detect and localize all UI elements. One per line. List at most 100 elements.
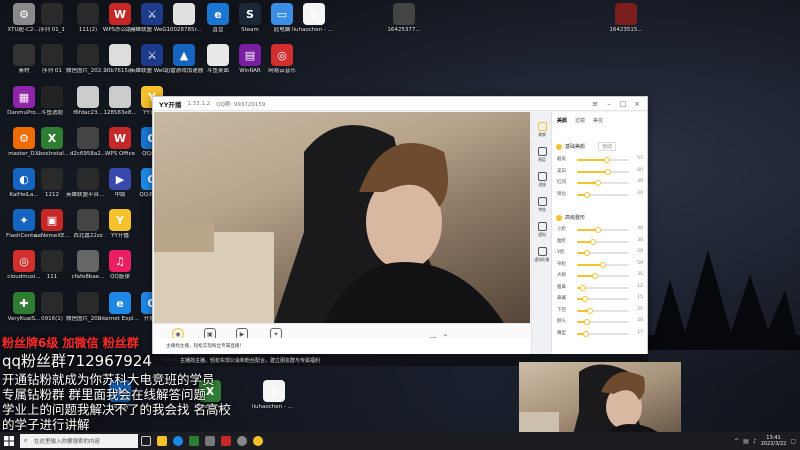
sidebar-item-layer[interactable]: 图层	[534, 147, 550, 169]
slider-track[interactable]	[577, 238, 629, 245]
slider-knob[interactable]	[580, 284, 587, 291]
taskbar-search[interactable]: ⌕ 在这里输入你要搜索的内容	[20, 434, 138, 448]
slider-track[interactable]	[577, 284, 629, 291]
desktop-icon[interactable]: ♫ QQ旋律	[98, 250, 142, 298]
desktop-icon-label: 16425377...	[387, 27, 421, 33]
minimize-icon[interactable]: –	[605, 100, 613, 108]
app-icon: e	[207, 3, 229, 25]
panel-tab[interactable]: 美颜	[557, 117, 567, 124]
slider-knob[interactable]	[584, 191, 591, 198]
slider-knob[interactable]	[603, 157, 610, 163]
desktop-icon[interactable]: ◎ 网易云音乐	[260, 44, 304, 92]
notification-icon[interactable]: ▢	[790, 438, 796, 445]
taskbar-explorer[interactable]	[154, 432, 170, 450]
tree-silhouette	[640, 250, 800, 350]
app-icon: ▭	[271, 3, 293, 25]
slider-knob[interactable]	[605, 168, 612, 175]
panel-tab[interactable]: 美妆	[593, 117, 603, 124]
taskbar-app-1[interactable]	[202, 432, 218, 450]
desktop-icon[interactable]: ≡ liuhaochen - 快捷方式	[252, 380, 296, 428]
toggle-advanced[interactable]	[556, 214, 562, 221]
yy-window: YY开播 1.33.1.2 QQ群: 993720159 ≡ – □ × ◉摄像…	[152, 96, 648, 354]
clock-date: 2022/3/22	[760, 441, 787, 447]
desktop-icon[interactable]: 16423515...	[604, 3, 648, 51]
taskbar-edge[interactable]	[170, 432, 186, 450]
slider-track[interactable]	[577, 227, 629, 233]
slider-knob[interactable]	[589, 238, 596, 245]
app-icon	[77, 3, 99, 25]
slider-label: 嘴型	[557, 330, 566, 336]
app-icon: W	[109, 3, 131, 25]
slider-track[interactable]	[577, 273, 629, 279]
slider-label: V脸	[557, 250, 565, 255]
slider-track[interactable]	[577, 168, 629, 175]
sidebar-item-avatar[interactable]: 虚拟	[534, 222, 550, 244]
chevron-up-icon[interactable]: ^	[734, 438, 739, 445]
taskbar-yy[interactable]	[250, 432, 266, 450]
app-icon: ▣	[41, 209, 63, 231]
app-icon	[77, 209, 99, 231]
desktop-icon[interactable]: 16425377...	[382, 3, 426, 51]
slider-track[interactable]	[577, 157, 629, 163]
sidebar-item-filter[interactable]: 滤镜	[534, 172, 550, 194]
slider-track[interactable]	[577, 307, 629, 314]
slider-track[interactable]	[577, 180, 629, 186]
slider-knob[interactable]	[594, 227, 601, 233]
desktop-icon-label: 网易云音乐	[268, 68, 296, 74]
app-icon	[41, 292, 63, 314]
sidebar-item-label: 图层	[538, 157, 546, 162]
slider-label: 大眼	[557, 273, 566, 278]
slider-track[interactable]	[577, 330, 629, 337]
yy-qq-id: QQ群: 993720159	[216, 101, 266, 108]
slider-knob[interactable]	[582, 330, 589, 337]
sidebar-item-effect[interactable]: 特效	[534, 197, 550, 219]
app-icon: ▶	[109, 168, 131, 190]
sidebar-item-virtual[interactable]: 虚拟形象	[534, 247, 550, 269]
taskbar-taskview[interactable]	[138, 432, 154, 450]
taskbar-wechat[interactable]	[186, 432, 202, 450]
menu-icon[interactable]: ≡	[591, 100, 599, 108]
section-advanced[interactable]: 高级整形	[556, 214, 585, 221]
slider-row: 锐化 20	[557, 191, 643, 199]
slider-knob[interactable]	[581, 296, 588, 302]
app-icon: ♫	[109, 250, 131, 272]
slider-track[interactable]	[577, 261, 629, 268]
slider-track[interactable]	[577, 296, 629, 302]
slider-label: 瘦脸	[557, 238, 566, 244]
slider-value: 50	[637, 260, 643, 266]
slider-track[interactable]	[577, 319, 629, 325]
slider-label: 下巴	[557, 307, 566, 313]
close-icon[interactable]: ×	[633, 100, 641, 108]
slider-knob[interactable]	[584, 319, 591, 325]
start-button[interactable]	[0, 432, 18, 450]
slider-row: 瘦脸 30	[557, 238, 643, 246]
slider-value: 30	[637, 237, 643, 243]
mode-select[interactable]: 自动	[598, 142, 617, 151]
slider-value: 25	[637, 306, 643, 312]
panel-tab[interactable]: 滤镜	[575, 117, 585, 124]
slider-row: 下巴 25	[557, 307, 643, 315]
sidebar-item-beauty[interactable]: 美颜	[534, 122, 550, 144]
yy-titlebar: YY开播 1.33.1.2 QQ群: 993720159 ≡ – □ ×	[153, 97, 647, 111]
slider-knob[interactable]	[594, 180, 601, 186]
yy-logo: YY开播	[159, 100, 182, 109]
volume-icon[interactable]: ♪	[753, 438, 757, 445]
taskbar-app-3[interactable]	[234, 432, 250, 450]
slider-knob[interactable]	[592, 273, 599, 279]
taskbar: ⌕ 在这里输入你要搜索的内容 ^ ▤ ♪ 13:41 2022/3/22 ▢	[0, 432, 800, 450]
maximize-icon[interactable]: □	[619, 100, 627, 108]
taskbar-app-2[interactable]	[218, 432, 234, 450]
taskbar-clock[interactable]: 13:41 2022/3/22	[761, 435, 787, 447]
yy-status-bar: 主播找主播，轻松实现粉丝专属直播！	[154, 338, 530, 354]
desktop-icon-label: liuhaochen - 快捷方式	[252, 404, 296, 410]
slider-knob[interactable]	[584, 250, 591, 256]
slider-knob[interactable]	[600, 261, 606, 268]
slider-label: 小脸	[557, 227, 566, 232]
section-basic[interactable]: 基础美颜 自动	[556, 142, 617, 151]
slider-knob[interactable]	[587, 307, 593, 314]
toggle-basic[interactable]	[556, 143, 562, 150]
slider-track[interactable]	[577, 250, 629, 256]
network-icon[interactable]: ▤	[743, 438, 749, 445]
slider-track[interactable]	[577, 191, 629, 198]
yy-version: 1.33.1.2	[187, 100, 211, 107]
